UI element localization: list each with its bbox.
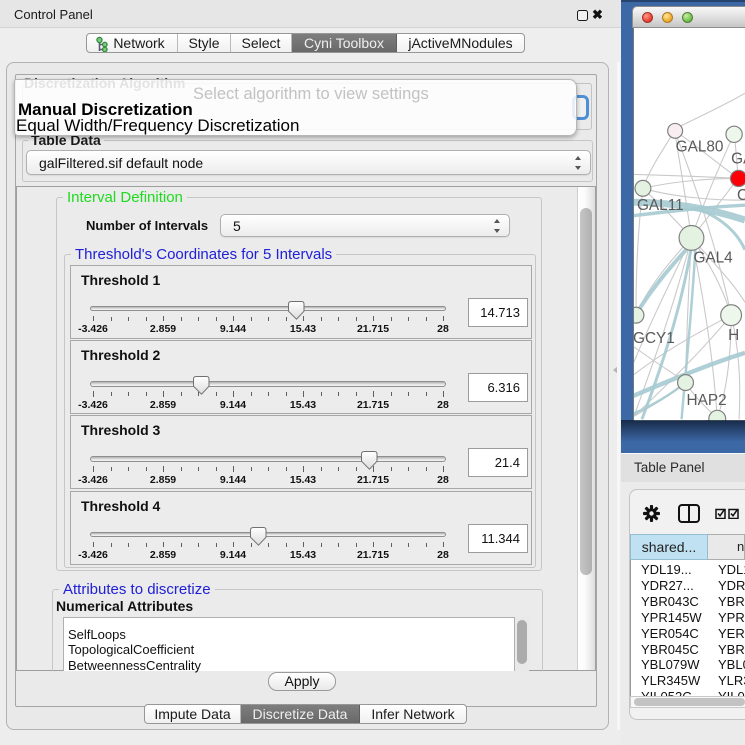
svg-text:C: C — [737, 187, 745, 204]
svg-text:GCY1: GCY1 — [633, 330, 675, 347]
svg-text:GAL4: GAL4 — [693, 250, 733, 267]
svg-text:GAL80: GAL80 — [676, 139, 724, 156]
svg-text:H: H — [728, 327, 739, 344]
svg-text:HAP2: HAP2 — [687, 392, 727, 409]
svg-text:GA: GA — [731, 151, 745, 168]
svg-text:GAL11: GAL11 — [637, 197, 684, 214]
